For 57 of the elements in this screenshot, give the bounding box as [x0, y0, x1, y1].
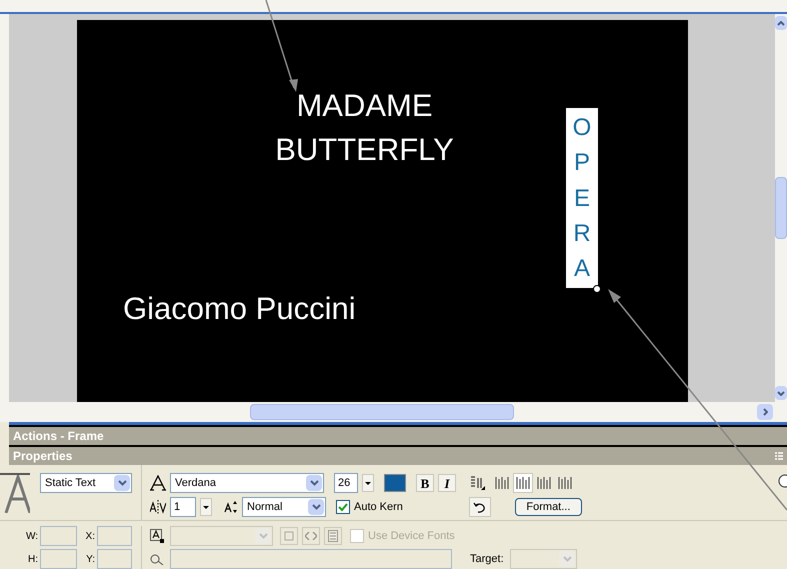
html-icon[interactable] — [302, 527, 320, 545]
font-size-field[interactable]: 26 — [334, 473, 358, 493]
bold-button[interactable]: B — [416, 474, 434, 492]
color-swatch[interactable] — [384, 474, 406, 492]
chevron-down-icon — [562, 556, 572, 562]
scroll-thumb[interactable] — [250, 404, 514, 420]
letter-spacing-field[interactable]: 1 — [170, 497, 196, 517]
letter-spacing-icon — [150, 500, 166, 514]
triangle-down-icon — [203, 506, 209, 508]
selection-handle[interactable] — [593, 285, 601, 293]
baseline-dropdown[interactable]: Normal — [242, 497, 326, 517]
chevron-down-icon — [118, 480, 126, 486]
horizontal-scrollbar[interactable] — [0, 402, 787, 422]
dimension-field[interactable] — [40, 549, 77, 569]
text-type-dropdown[interactable]: Static Text — [40, 473, 132, 493]
link-icon — [150, 552, 164, 566]
italic-button[interactable]: I — [438, 474, 456, 492]
chevron-down-icon — [258, 533, 268, 539]
help-icon[interactable] — [778, 474, 787, 488]
checkmark-icon — [338, 502, 348, 512]
vertical-scrollbar[interactable] — [775, 14, 787, 402]
format-button[interactable]: Format... — [514, 498, 582, 516]
spacing-slider-button[interactable] — [200, 498, 212, 516]
checkbox-label: Auto Kern — [354, 500, 403, 515]
stage-title: MADAME BUTTERFLY — [274, 87, 455, 169]
alignment-button[interactable] — [513, 473, 533, 493]
rotate-icon[interactable] — [468, 497, 491, 517]
size-slider-button[interactable] — [362, 474, 374, 492]
position-label: X: — [84, 530, 96, 544]
selectable-icon[interactable] — [280, 527, 298, 545]
scroll-down-icon[interactable] — [775, 386, 787, 400]
baseline-icon — [224, 500, 238, 514]
scroll-right-icon[interactable] — [757, 404, 773, 420]
dimension-label: H: — [27, 552, 39, 566]
target-dropdown[interactable] — [510, 549, 577, 569]
border-icon[interactable] — [324, 527, 342, 545]
scroll-thumb[interactable] — [775, 177, 787, 239]
position-label: Y: — [85, 552, 96, 566]
line-type-dropdown[interactable] — [170, 526, 273, 546]
checkbox[interactable] — [336, 500, 350, 514]
link-field[interactable] — [170, 549, 452, 569]
panel-menu-icon[interactable] — [775, 452, 783, 460]
triangle-down-icon — [365, 482, 371, 484]
text-field-icon — [150, 529, 164, 543]
chevron-down-icon — [312, 504, 320, 510]
font-dropdown[interactable]: Verdana — [170, 473, 324, 493]
position-field[interactable] — [97, 526, 132, 546]
target-label: Target: — [470, 552, 505, 567]
font-icon — [150, 475, 166, 491]
vertical-text: OPERA — [572, 113, 592, 284]
checkbox-label: Use Device Fonts — [368, 528, 455, 544]
chevron-down-icon — [310, 480, 318, 486]
position-field[interactable] — [97, 549, 132, 569]
dimension-field[interactable] — [40, 526, 77, 546]
dimension-label: W: — [24, 530, 39, 544]
scroll-up-icon[interactable] — [775, 16, 787, 30]
stage-subtitle: Giacomo Puccini — [123, 290, 356, 328]
